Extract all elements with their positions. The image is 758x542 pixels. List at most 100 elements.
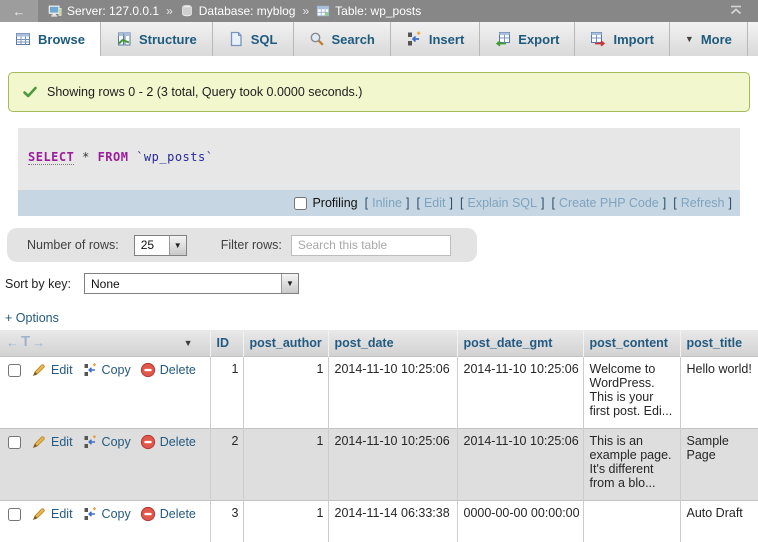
nav-back-button[interactable]: ← — [0, 0, 38, 22]
tab-insert-label: Insert — [429, 32, 464, 47]
breadcrumb-table[interactable]: Table: wp_posts — [316, 4, 421, 18]
bracket: [ — [365, 196, 368, 210]
copy-row-button[interactable]: Copy — [82, 434, 131, 450]
bracket: ] — [406, 196, 409, 210]
rows-per-page-select[interactable]: 25 ▼ — [134, 235, 187, 256]
breadcrumb-table-label: Table: wp_posts — [335, 4, 421, 18]
sql-table-identifier: `wp_posts` — [136, 150, 213, 164]
filter-search-input[interactable] — [291, 235, 451, 256]
cell-post-author: 1 — [243, 500, 328, 542]
status-message: Showing rows 0 - 2 (3 total, Query took … — [8, 72, 750, 112]
copy-row-button[interactable]: Copy — [82, 506, 131, 522]
tab-sql[interactable]: SQL — [213, 22, 294, 56]
tab-structure[interactable]: Structure — [101, 22, 213, 56]
header-actions[interactable]: ←T→ ▼ — [0, 330, 210, 356]
tab-search-label: Search — [332, 32, 375, 47]
tab-browse-label: Browse — [38, 32, 85, 47]
cell-post-content: This is an example page. It's different … — [583, 428, 680, 500]
sql-link-explain[interactable]: Explain SQL — [467, 196, 536, 210]
tab-more[interactable]: ▼ More — [670, 22, 748, 56]
sort-key-select[interactable]: None ▼ — [84, 273, 299, 294]
header-post-author[interactable]: post_author — [243, 330, 328, 356]
row-checkbox[interactable] — [8, 508, 21, 521]
breadcrumb-separator: » — [302, 4, 309, 18]
copy-icon — [82, 506, 98, 522]
sql-keyword-select[interactable]: SELECT — [28, 150, 74, 165]
options-toggle[interactable]: + Options — [5, 311, 59, 325]
delete-row-button[interactable]: Delete — [140, 506, 196, 522]
cell-post-author: 1 — [243, 356, 328, 428]
header-post-date-gmt[interactable]: post_date_gmt — [457, 330, 583, 356]
sql-link-refresh[interactable]: Refresh — [681, 196, 725, 210]
edit-row-button[interactable]: Edit — [31, 506, 73, 522]
bracket: ] — [450, 196, 453, 210]
sql-icon — [228, 31, 244, 47]
tab-structure-label: Structure — [139, 32, 197, 47]
sort-key-value: None — [85, 274, 281, 293]
profiling-checkbox[interactable] — [294, 197, 307, 210]
breadcrumb-database[interactable]: Database: myblog — [180, 4, 296, 18]
search-icon — [309, 31, 325, 47]
header-post-title[interactable]: post_title — [680, 330, 758, 356]
sql-query-display: SELECT * FROM `wp_posts` — [18, 128, 740, 190]
fulltext-toggle-icon[interactable]: ←T→ — [6, 335, 45, 350]
cell-post-date-gmt: 0000-00-00 00:00:00 — [457, 500, 583, 542]
tab-export-label: Export — [518, 32, 559, 47]
sql-toolbar: Profiling [ Inline ] [ Edit ] [ Explain … — [18, 190, 740, 216]
header-post-content[interactable]: post_content — [583, 330, 680, 356]
bracket: ] — [663, 196, 666, 210]
status-message-text: Showing rows 0 - 2 (3 total, Query took … — [47, 85, 362, 99]
tab-insert[interactable]: Insert — [391, 22, 480, 56]
row-checkbox[interactable] — [8, 436, 21, 449]
copy-row-button[interactable]: Copy — [82, 362, 131, 378]
table-row: Edit Copy Delete 2 1 2014-11-10 10:25:06… — [0, 428, 758, 500]
edit-row-button[interactable]: Edit — [31, 362, 73, 378]
cell-id: 2 — [210, 428, 243, 500]
delete-row-button[interactable]: Delete — [140, 362, 196, 378]
titlebar: ← Server: 127.0.0.1 » Database: myblog »… — [0, 0, 758, 22]
cell-post-title: Auto Draft — [680, 500, 758, 542]
sql-link-create-php[interactable]: Create PHP Code — [559, 196, 659, 210]
tab-browse[interactable]: Browse — [0, 22, 101, 56]
sql-link-explain-group: [ Explain SQL ] — [460, 196, 544, 210]
cell-id: 1 — [210, 356, 243, 428]
cell-post-date-gmt: 2014-11-10 10:25:06 — [457, 428, 583, 500]
tab-sql-label: SQL — [251, 32, 278, 47]
row-checkbox[interactable] — [8, 364, 21, 377]
delete-row-button[interactable]: Delete — [140, 434, 196, 450]
breadcrumb-separator: » — [166, 4, 173, 18]
bracket: [ — [416, 196, 419, 210]
chevron-down-icon: ▼ — [281, 274, 298, 293]
breadcrumb-database-label: Database: myblog — [199, 4, 296, 18]
server-icon — [48, 4, 62, 18]
delete-icon — [140, 506, 156, 522]
tab-search[interactable]: Search — [294, 22, 391, 56]
breadcrumb: Server: 127.0.0.1 » Database: myblog » T… — [48, 4, 728, 18]
check-icon — [22, 84, 38, 100]
cell-post-content: Welcome to WordPress. This is your first… — [583, 356, 680, 428]
sql-query-block: SELECT * FROM `wp_posts` Profiling [ Inl… — [18, 128, 740, 216]
database-icon — [180, 4, 194, 18]
delete-icon — [140, 434, 156, 450]
column-options-dropdown-icon[interactable]: ▼ — [184, 338, 193, 348]
table-tabs: Browse Structure SQL Search Insert Expor… — [0, 22, 758, 56]
cell-post-date: 2014-11-10 10:25:06 — [328, 428, 457, 500]
tab-export[interactable]: Export — [480, 22, 575, 56]
breadcrumb-server[interactable]: Server: 127.0.0.1 — [48, 4, 159, 18]
bracket: ] — [541, 196, 544, 210]
sql-link-edit-group: [ Edit ] — [416, 196, 453, 210]
pencil-icon — [31, 362, 47, 378]
tab-import-label: Import — [613, 32, 653, 47]
sql-link-edit[interactable]: Edit — [424, 196, 446, 210]
header-id[interactable]: ID — [210, 330, 243, 356]
edit-row-button[interactable]: Edit — [31, 434, 73, 450]
collapse-console-button[interactable] — [728, 3, 744, 19]
cell-post-date-gmt: 2014-11-10 10:25:06 — [457, 356, 583, 428]
chevron-down-icon: ▼ — [169, 236, 186, 255]
sql-link-inline[interactable]: Inline — [372, 196, 402, 210]
header-post-date[interactable]: post_date — [328, 330, 457, 356]
browse-icon — [15, 31, 31, 47]
rows-per-page-value: 25 — [135, 236, 169, 255]
tab-import[interactable]: Import — [575, 22, 669, 56]
export-icon — [495, 31, 511, 47]
